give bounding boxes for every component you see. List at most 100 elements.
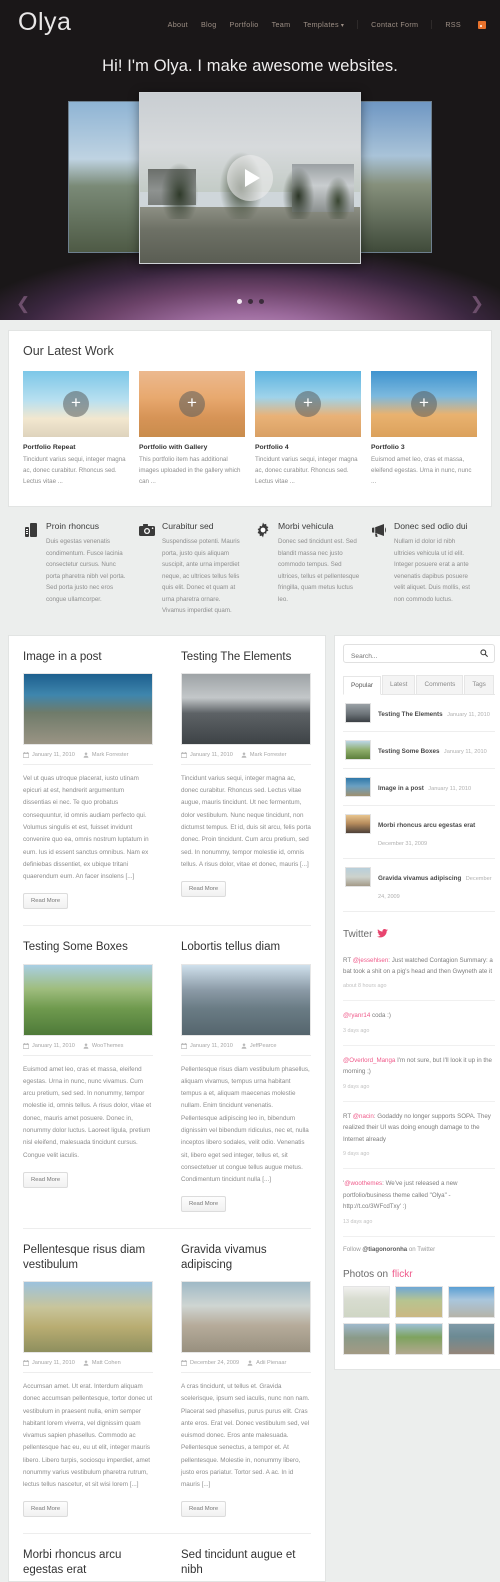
follow-handle[interactable]: @tiagonoronha: [362, 1246, 407, 1253]
nav-item-about[interactable]: About: [168, 20, 188, 29]
search-widget[interactable]: [343, 643, 495, 665]
tweet-timestamp: 13 days ago: [343, 1218, 373, 1225]
sidebar-tabs: Popular Latest Comments Tags: [343, 674, 495, 695]
top-bar: Olya About Blog Portfolio Team Templates…: [0, 0, 500, 35]
slider-dot-3[interactable]: [258, 299, 264, 304]
tab-comments[interactable]: Comments: [416, 674, 464, 694]
tweet-handle-link[interactable]: @nacin: [353, 1113, 374, 1120]
post-title[interactable]: Testing Some Boxes: [23, 940, 153, 954]
blog-post: Testing Some Boxes January 11, 2010 WooT…: [9, 926, 167, 1228]
portfolio-item[interactable]: + Portfolio Repeat Tincidunt varius sequ…: [23, 371, 129, 488]
portfolio-item-desc: Euismod amet leo, cras et massa, eleifen…: [371, 456, 472, 485]
tweet-handle-link[interactable]: @ryanr14: [343, 1012, 370, 1019]
portfolio-item[interactable]: + Portfolio 4 Tincidunt varius sequi, in…: [255, 371, 361, 488]
flickr-photo[interactable]: [447, 1285, 495, 1318]
post-title[interactable]: Sed tincidunt augue et nibh: [181, 1548, 311, 1577]
post-title[interactable]: Testing The Elements: [181, 650, 311, 664]
nav-item-portfolio[interactable]: Portfolio: [230, 20, 259, 29]
feature-item: Curabitur sed Suspendisse potenti. Mauri…: [138, 521, 244, 617]
post-image[interactable]: [23, 963, 153, 1036]
feature-title: Donec sed odio dui: [394, 520, 468, 531]
post-image[interactable]: [23, 1281, 153, 1354]
list-item[interactable]: Gravida vivamus adipiscing December 24, …: [343, 859, 495, 912]
post-title[interactable]: Morbi rhoncus arcu egestas erat: [23, 1548, 153, 1577]
blog-post: Lobortis tellus diam January 11, 2010 Je…: [167, 926, 325, 1228]
read-more-button[interactable]: Read More: [23, 1171, 69, 1188]
post-date: January 11, 2010: [23, 751, 75, 758]
tweet-item: RT @nacin: Godaddy no longer supports SO…: [343, 1102, 495, 1170]
main-navigation: About Blog Portfolio Team Templates Cont…: [168, 16, 486, 29]
portfolio-item-desc: This portfolio item has additional image…: [139, 456, 241, 485]
read-more-button[interactable]: Read More: [23, 893, 69, 910]
portfolio-item-title: Portfolio with Gallery: [139, 444, 208, 451]
read-more-button[interactable]: Read More: [23, 1501, 69, 1518]
list-item[interactable]: Morbi rhoncus arcu egestas erat December…: [343, 806, 495, 859]
tweet-handle-link[interactable]: @Overlord_Manga: [343, 1057, 395, 1064]
read-more-button[interactable]: Read More: [181, 881, 227, 898]
flickr-photo[interactable]: [395, 1322, 443, 1355]
flickr-photo[interactable]: [395, 1285, 443, 1318]
post-title[interactable]: Gravida vivamus adipiscing: [181, 1243, 311, 1272]
slide-current[interactable]: [139, 92, 361, 264]
post-row: Morbi rhoncus arcu egestas erat Sed tinc…: [9, 1534, 325, 1577]
nav-item-blog[interactable]: Blog: [201, 20, 217, 29]
nav-item-contact-form[interactable]: Contact Form: [371, 20, 418, 29]
list-item-title: Testing Some Boxes: [378, 747, 440, 755]
flickr-photo[interactable]: [447, 1322, 495, 1355]
read-more-button[interactable]: Read More: [181, 1196, 227, 1213]
post-title[interactable]: Pellentesque risus diam vestibulum: [23, 1243, 153, 1272]
tweet-handle-link[interactable]: @jessehlsen: [353, 957, 389, 964]
site-logo[interactable]: Olya: [18, 10, 71, 35]
post-image[interactable]: [181, 672, 311, 745]
post-image[interactable]: [181, 963, 311, 1036]
post-date: December 24, 2009: [181, 1360, 239, 1367]
search-icon[interactable]: [480, 644, 488, 662]
read-more-button[interactable]: Read More: [181, 1501, 227, 1518]
post-date-text: January 11, 2010: [32, 1360, 75, 1367]
slider-prev-arrow[interactable]: ❮: [16, 295, 30, 312]
post-title[interactable]: Image in a post: [23, 650, 153, 664]
list-item[interactable]: Testing The Elements January 11, 2010: [343, 695, 495, 732]
flickr-photo[interactable]: [343, 1285, 391, 1318]
follow-suffix: on Twitter: [407, 1245, 436, 1253]
list-item-date: January 11, 2010: [443, 748, 487, 755]
slider-pagination: [0, 299, 500, 304]
post-image[interactable]: [23, 672, 153, 745]
portfolio-item[interactable]: + Portfolio with Gallery This portfolio …: [139, 371, 245, 488]
tweet-prefix: RT: [343, 956, 353, 964]
portfolio-thumbnail[interactable]: +: [23, 371, 129, 437]
tweet-handle-link[interactable]: @woothemes: [344, 1180, 382, 1187]
post-author-text: Mark Forrester: [249, 751, 287, 758]
rss-icon[interactable]: [478, 20, 486, 29]
slider-dot-2[interactable]: [247, 299, 253, 304]
feature-item: Morbi vehicula Donec sed tincidunt est. …: [254, 521, 360, 617]
post-row: Pellentesque risus diam vestibulum Janua…: [9, 1229, 325, 1533]
search-input[interactable]: [344, 647, 494, 665]
nav-item-templates[interactable]: Templates: [303, 20, 344, 29]
slider-next-arrow[interactable]: ❯: [470, 295, 484, 312]
post-title[interactable]: Lobortis tellus diam: [181, 940, 311, 954]
post-date: January 11, 2010: [181, 1042, 233, 1049]
tab-popular[interactable]: Popular: [343, 675, 382, 695]
calendar-icon: [23, 1360, 29, 1367]
list-item[interactable]: Image in a post January 11, 2010: [343, 769, 495, 806]
slider-dot-1[interactable]: [236, 299, 242, 304]
portfolio-thumbnail[interactable]: +: [371, 371, 477, 437]
tab-tags[interactable]: Tags: [464, 674, 494, 694]
list-item[interactable]: Testing Some Boxes January 11, 2010: [343, 732, 495, 769]
post-image[interactable]: [181, 1281, 311, 1354]
tab-latest[interactable]: Latest: [382, 674, 416, 694]
feature-item: Donec sed odio dui Nullam id dolor id ni…: [370, 521, 476, 617]
portfolio-item[interactable]: + Portfolio 3 Euismod amet leo, cras et …: [371, 371, 477, 488]
flickr-photo[interactable]: [343, 1322, 391, 1355]
feature-title: Curabitur sed: [162, 520, 214, 531]
post-date: January 11, 2010: [181, 751, 233, 758]
portfolio-item-title: Portfolio Repeat: [23, 444, 76, 451]
portfolio-thumbnail[interactable]: +: [139, 371, 245, 437]
blog-post: Sed tincidunt augue et nibh: [167, 1534, 325, 1577]
play-icon[interactable]: [227, 155, 273, 201]
portfolio-thumbnail[interactable]: +: [255, 371, 361, 437]
nav-item-team[interactable]: Team: [272, 20, 291, 29]
nav-item-rss[interactable]: RSS: [445, 20, 461, 29]
hero-slider[interactable]: [68, 92, 432, 264]
